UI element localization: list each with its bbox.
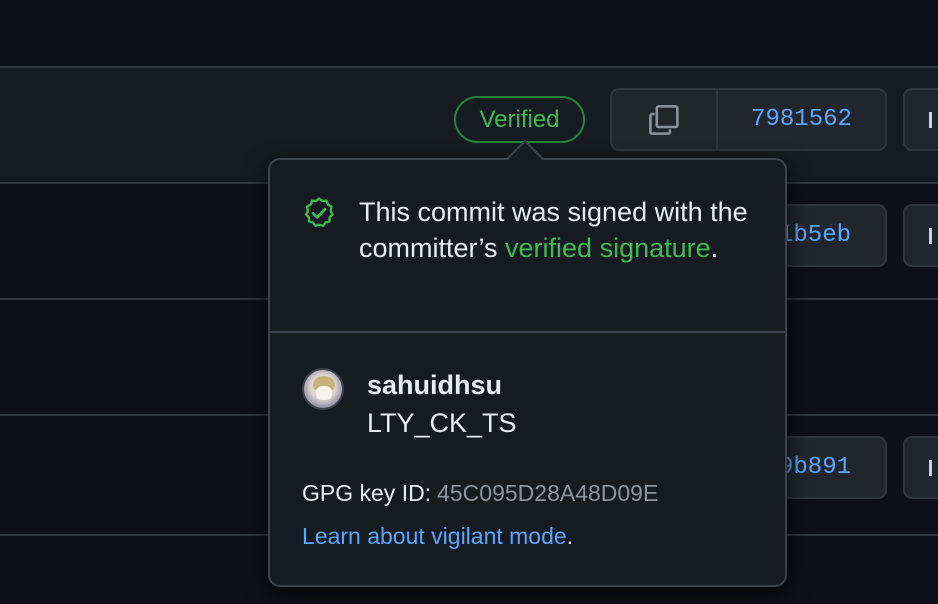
- verified-signature-text: verified signature: [505, 233, 711, 263]
- chevron-right-icon: [929, 112, 938, 128]
- copy-sha-button[interactable]: [612, 90, 718, 149]
- gpg-key-id: 45C095D28A48D09E: [437, 480, 659, 506]
- signer-name: LTY_CK_TS: [367, 408, 517, 438]
- signer-login[interactable]: sahuidhsu: [367, 370, 502, 401]
- gpg-key-label: GPG key ID:: [302, 480, 432, 506]
- browse-repo-button[interactable]: [903, 436, 938, 499]
- sha-button-group: 7981562: [610, 88, 887, 151]
- signature-message: This commit was signed with the committe…: [359, 194, 759, 266]
- gpg-key-line: GPG key ID: 45C095D28A48D09E: [302, 480, 658, 507]
- learn-vigilant-mode-link[interactable]: Learn about vigilant mode: [302, 523, 567, 549]
- commit-history-page: Verified 7981562 1b5eb 9b891 This commit…: [0, 0, 938, 604]
- commit-sha-link[interactable]: 7981562: [718, 90, 885, 149]
- message-suffix: .: [710, 233, 719, 263]
- copy-icon: [649, 104, 679, 135]
- vigilant-mode-line: Learn about vigilant mode.: [302, 523, 573, 550]
- popover-header: This commit was signed with the committe…: [270, 160, 785, 333]
- browse-repo-button[interactable]: [903, 88, 938, 151]
- verified-signature-popover: This commit was signed with the committe…: [268, 158, 787, 587]
- browse-repo-button[interactable]: [903, 204, 938, 267]
- avatar[interactable]: [302, 368, 344, 410]
- shield-check-icon: [304, 197, 334, 228]
- avatar-image: [316, 386, 332, 400]
- verified-badge[interactable]: Verified: [454, 96, 585, 143]
- link-suffix: .: [566, 523, 574, 549]
- chevron-right-icon: [929, 460, 938, 476]
- chevron-right-icon: [929, 228, 938, 244]
